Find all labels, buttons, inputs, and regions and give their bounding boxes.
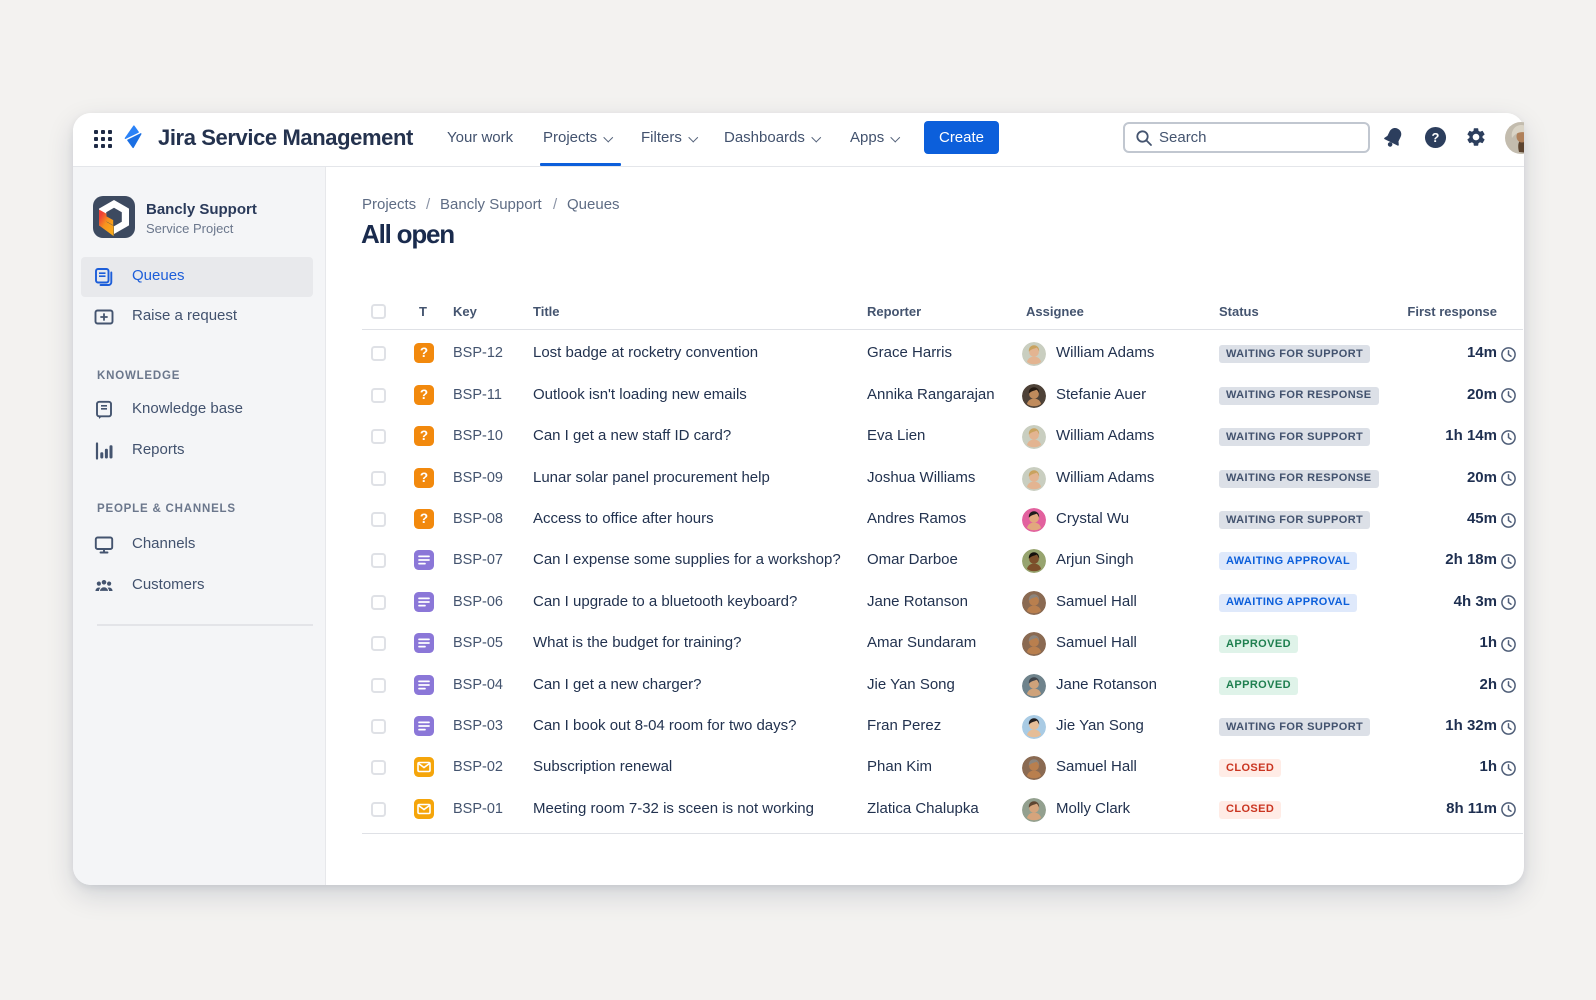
svg-text:?: ? <box>1432 130 1440 145</box>
